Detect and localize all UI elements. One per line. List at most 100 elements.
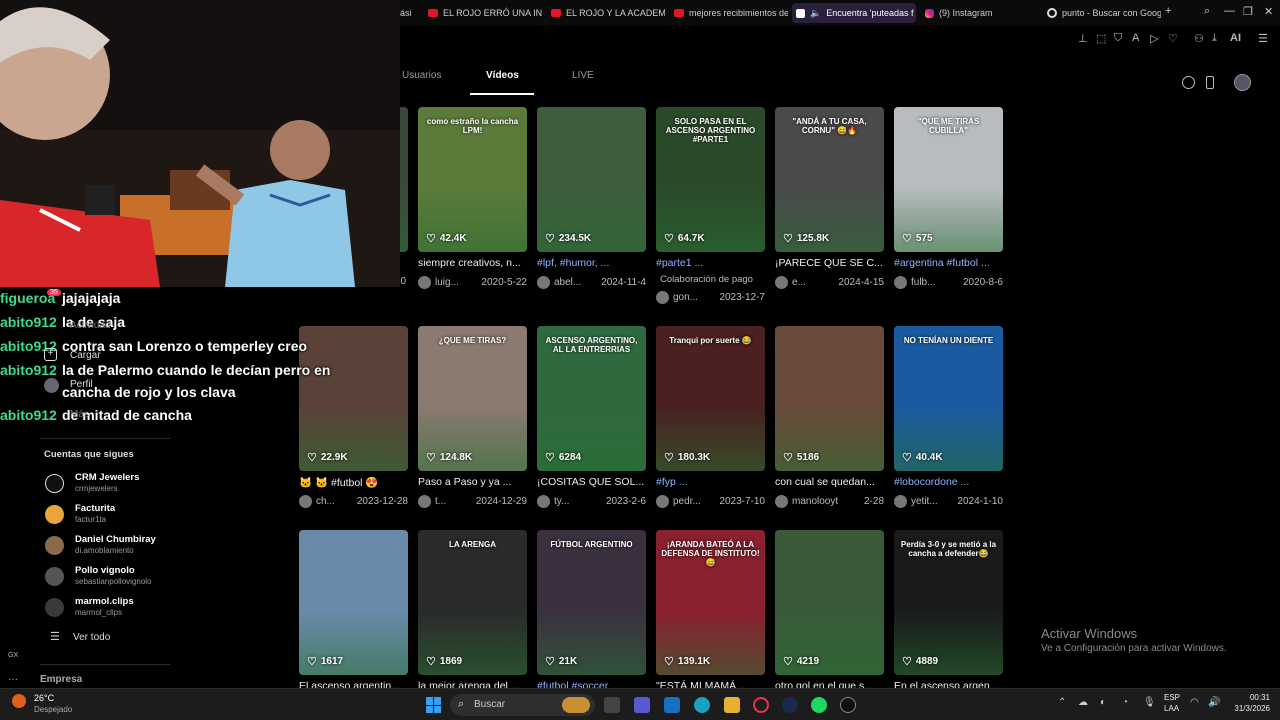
- video-thumbnail[interactable]: FÚTBOL ARGENTINO: [537, 530, 646, 675]
- windows-start-icon[interactable]: [426, 697, 442, 713]
- author-avatar[interactable]: [894, 495, 907, 508]
- wifi-icon[interactable]: ◠: [1190, 697, 1199, 708]
- clock-date[interactable]: 31/3/2026: [1222, 704, 1270, 713]
- edge-icon[interactable]: [694, 697, 710, 713]
- chevron-up-icon[interactable]: ⌃: [1058, 697, 1066, 708]
- browser-tab[interactable]: mejores recibimientos de: [670, 3, 788, 23]
- browser-tab-active[interactable]: 🔈 Encuentra 'puteadas f: [792, 3, 916, 23]
- author-name[interactable]: e...: [792, 277, 834, 288]
- video-thumbnail[interactable]: [775, 530, 884, 675]
- tab-usuarios[interactable]: Usuarios: [402, 70, 441, 81]
- sidebar-item-upload[interactable]: Cargar: [70, 350, 101, 361]
- author-avatar[interactable]: [656, 291, 669, 304]
- phone-icon[interactable]: [1206, 76, 1214, 89]
- ai-button[interactable]: AI: [1230, 32, 1241, 44]
- more-dots-icon[interactable]: ···: [8, 674, 18, 685]
- steam-icon[interactable]: [782, 697, 798, 713]
- volume-icon[interactable]: 🔊: [1208, 697, 1220, 708]
- video-thumbnail[interactable]: SOLO PASA EN EL ASCENSO ARGENTINO #PARTE…: [656, 107, 765, 252]
- author-avatar[interactable]: [537, 276, 550, 289]
- video-thumbnail[interactable]: [299, 326, 408, 471]
- author-name[interactable]: t...: [435, 496, 472, 507]
- weather-icon[interactable]: [12, 694, 26, 708]
- author-avatar[interactable]: [418, 276, 431, 289]
- video-thumbnail[interactable]: ASCENSO ARGENTINO, AL LA ENTRERRIAS: [537, 326, 646, 471]
- menu-icon[interactable]: ☰: [1258, 32, 1268, 45]
- author-name[interactable]: manolooyt: [792, 496, 860, 507]
- video-caption[interactable]: #fyp ...: [656, 476, 765, 488]
- author-name[interactable]: abel...: [554, 277, 597, 288]
- company-section[interactable]: Empresa: [40, 674, 82, 685]
- tab-videos[interactable]: Vídeos: [486, 70, 519, 81]
- video-caption[interactable]: ¡PARECE QUE SE C...: [775, 257, 884, 269]
- browser-tab[interactable]: EL ROJO Y LA ACADEMIA: [547, 3, 665, 23]
- play-icon[interactable]: ▷: [1150, 32, 1158, 45]
- video-caption[interactable]: con cual se quedan...: [775, 476, 884, 488]
- maximize-icon[interactable]: ❐: [1243, 5, 1253, 18]
- sidebar-item-more[interactable]: Más: [70, 409, 89, 420]
- download-icon[interactable]: ⤓: [1212, 32, 1217, 45]
- snapshot-icon[interactable]: ⬚: [1096, 32, 1106, 45]
- author-name[interactable]: ty...: [554, 496, 602, 507]
- search-tabs-icon[interactable]: ⌕: [1204, 5, 1210, 18]
- author-name[interactable]: ch...: [316, 496, 353, 507]
- tab-live[interactable]: LIVE: [572, 70, 594, 81]
- tray-icon[interactable]: ◐: [1100, 697, 1106, 708]
- video-thumbnail[interactable]: [299, 530, 408, 675]
- video-caption[interactable]: #argentina #futbol ...: [894, 257, 1003, 269]
- video-caption[interactable]: #parte1 ...: [656, 257, 765, 269]
- video-caption[interactable]: Paso a Paso y ya ...: [418, 476, 527, 488]
- translate-icon[interactable]: A: [1132, 32, 1139, 44]
- author-name[interactable]: pedr...: [673, 496, 715, 507]
- video-caption[interactable]: #lpf, #humor, ...: [537, 257, 646, 269]
- teams-icon[interactable]: [634, 697, 650, 713]
- author-avatar[interactable]: [775, 495, 788, 508]
- new-tab-button[interactable]: +: [1165, 5, 1171, 17]
- author-avatar[interactable]: [656, 495, 669, 508]
- author-name[interactable]: fulb...: [911, 277, 959, 288]
- video-thumbnail[interactable]: NO TENÍAN UN DIENTE: [894, 326, 1003, 471]
- see-all-link[interactable]: Ver todo: [73, 632, 110, 643]
- video-thumbnail[interactable]: ¡ARANDA BATEÓ A LA DEFENSA DE INSTITUTO!…: [656, 530, 765, 675]
- author-avatar[interactable]: [775, 276, 788, 289]
- video-thumbnail[interactable]: como estraño la cancha LPM!: [418, 107, 527, 252]
- microphone-icon[interactable]: 🎙: [1143, 697, 1156, 708]
- author-avatar[interactable]: [894, 276, 907, 289]
- language-layout[interactable]: LAA: [1164, 704, 1179, 713]
- video-caption[interactable]: 🐱 🐱 #futbol 😍: [299, 476, 408, 489]
- browser-tab[interactable]: (9) Instagram: [921, 3, 1039, 23]
- video-thumbnail[interactable]: [537, 107, 646, 252]
- sidebar-item-profile[interactable]: Perfil: [70, 379, 93, 390]
- browser-tab[interactable]: punto - Buscar con Goog: [1043, 3, 1161, 23]
- cloud-icon[interactable]: ☁: [1078, 697, 1088, 708]
- opera-gx-icon[interactable]: [753, 697, 769, 713]
- author-name[interactable]: yetit...: [911, 496, 953, 507]
- profile-avatar-icon[interactable]: [44, 378, 59, 393]
- spotify-icon[interactable]: [811, 697, 827, 713]
- author-avatar[interactable]: [537, 495, 550, 508]
- taskbar-search-box[interactable]: ⌕ Buscar: [450, 694, 595, 716]
- file-explorer-icon[interactable]: [724, 697, 740, 713]
- avatar[interactable]: [1234, 74, 1251, 91]
- author-avatar[interactable]: [418, 495, 431, 508]
- upload-icon[interactable]: +: [44, 348, 57, 361]
- profile-icon[interactable]: ⚇: [1194, 32, 1204, 45]
- author-name[interactable]: gon...: [673, 292, 715, 303]
- task-view-icon[interactable]: [604, 697, 620, 713]
- browser-tab[interactable]: EL ROJO ERRÓ UNA INCO: [424, 3, 542, 23]
- video-caption[interactable]: #lobocordone ...: [894, 476, 1003, 488]
- video-caption[interactable]: ¡COSITAS QUE SOL...: [537, 476, 646, 488]
- pin-icon[interactable]: ⊥: [1078, 32, 1088, 45]
- author-name[interactable]: luig...: [435, 277, 477, 288]
- tray-icon[interactable]: ◔: [1122, 697, 1128, 708]
- video-thumbnail[interactable]: [775, 326, 884, 471]
- minimize-icon[interactable]: —: [1224, 5, 1235, 17]
- app-icon[interactable]: [840, 697, 856, 713]
- video-thumbnail[interactable]: ¿QUE ME TIRAS?: [418, 326, 527, 471]
- author-avatar[interactable]: [299, 495, 312, 508]
- heart-icon[interactable]: ♡: [1168, 32, 1178, 45]
- sidebar-item-activity[interactable]: Actividad: [70, 320, 111, 331]
- outlook-icon[interactable]: [664, 697, 680, 713]
- close-icon[interactable]: ✕: [1264, 5, 1273, 18]
- compass-icon[interactable]: [1182, 76, 1195, 89]
